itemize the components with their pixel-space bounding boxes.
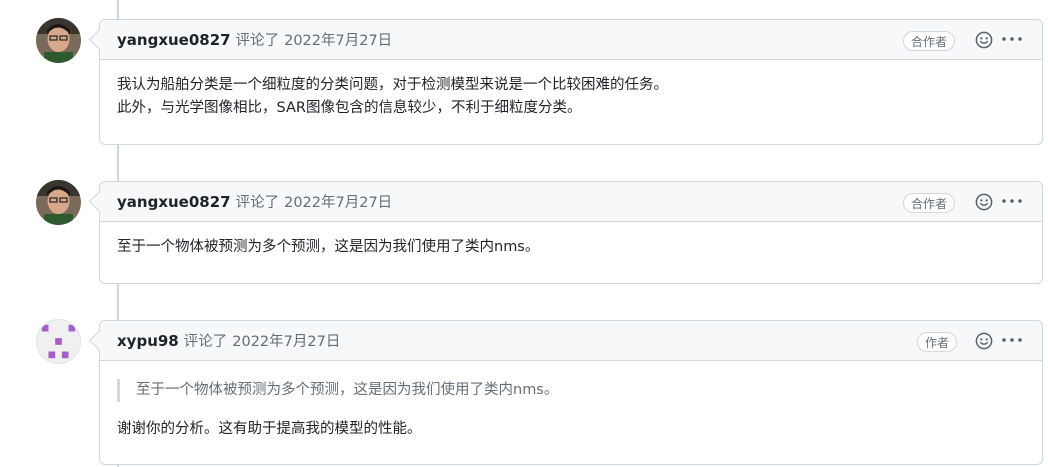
comment-body: 我认为船舶分类是一个细粒度的分类问题，对于检测模型来说是一个比较困难的任务。 此… bbox=[100, 60, 1042, 136]
comment-text: 至于一个物体被预测为多个预测，这是因为我们使用了类内nms。 bbox=[117, 239, 540, 255]
comment-box: yangxue0827 评论了 2022年7月27日 合作者 我认为船舶分类是一… bbox=[99, 19, 1043, 145]
author-link[interactable]: yangxue0827 bbox=[117, 193, 231, 211]
comment-header: xypu98 评论了 2022年7月27日 作者 bbox=[100, 321, 1042, 361]
comment-date[interactable]: 2022年7月27日 bbox=[284, 191, 392, 212]
comment-action: 评论了 bbox=[235, 33, 280, 49]
blockquote: 至于一个物体被预测为多个预测，这是因为我们使用了类内nms。 bbox=[117, 379, 1025, 402]
smiley-icon[interactable] bbox=[975, 332, 993, 350]
kebab-horizontal-icon[interactable] bbox=[1000, 29, 1024, 49]
comment-box: xypu98 评论了 2022年7月27日 作者 至于一个物体被预测为多个预测，… bbox=[99, 320, 1043, 465]
avatar[interactable] bbox=[36, 180, 81, 225]
comment-body: 至于一个物体被预测为多个预测，这是因为我们使用了类内nms。 bbox=[100, 222, 1042, 275]
kebab-horizontal-icon[interactable] bbox=[1000, 330, 1024, 350]
comment-action: 评论了 bbox=[235, 195, 280, 211]
comment-date[interactable]: 2022年7月27日 bbox=[284, 29, 392, 50]
role-badge: 作者 bbox=[917, 332, 958, 352]
kebab-horizontal-icon[interactable] bbox=[1000, 191, 1024, 211]
comment-date[interactable]: 2022年7月27日 bbox=[232, 330, 340, 351]
comment-header: yangxue0827 评论了 2022年7月27日 合作者 bbox=[100, 182, 1042, 222]
comment-text: 此外，与光学图像相比，SAR图像包含的信息较少，不利于细粒度分类。 bbox=[117, 100, 582, 116]
comment-text: 谢谢你的分析。这有助于提高我的模型的性能。 bbox=[117, 421, 422, 437]
comment-header: yangxue0827 评论了 2022年7月27日 合作者 bbox=[100, 20, 1042, 60]
role-badge: 合作者 bbox=[903, 193, 956, 213]
smiley-icon[interactable] bbox=[975, 193, 993, 211]
role-badge: 合作者 bbox=[903, 31, 956, 51]
comment-action: 评论了 bbox=[183, 334, 228, 350]
comment-box: yangxue0827 评论了 2022年7月27日 合作者 至于一个物体被预测… bbox=[99, 181, 1043, 284]
identicon-avatar[interactable] bbox=[36, 319, 81, 364]
author-link[interactable]: yangxue0827 bbox=[117, 31, 231, 49]
comment-text: 我认为船舶分类是一个细粒度的分类问题，对于检测模型来说是一个比较困难的任务。 bbox=[117, 77, 668, 93]
author-link[interactable]: xypu98 bbox=[117, 332, 179, 350]
avatar[interactable] bbox=[36, 18, 81, 63]
comment-body: 至于一个物体被预测为多个预测，这是因为我们使用了类内nms。 谢谢你的分析。这有… bbox=[100, 361, 1042, 457]
smiley-icon[interactable] bbox=[975, 31, 993, 49]
